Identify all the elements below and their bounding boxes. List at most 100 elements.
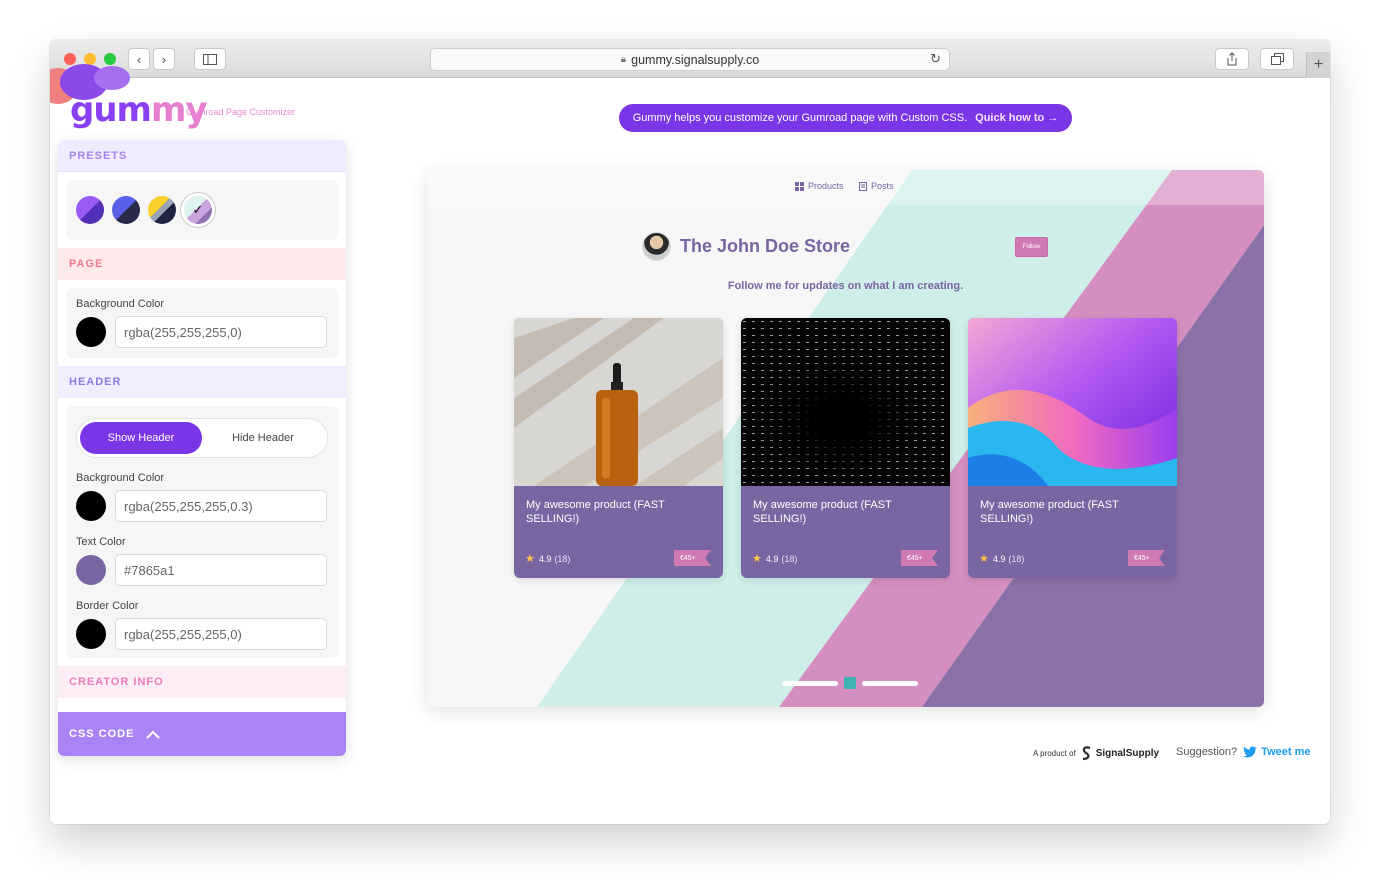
page-bg-label: Background Color	[76, 298, 165, 310]
presets-section-header[interactable]: PRESETS	[58, 140, 346, 172]
product-title: My awesome product (FAST SELLING!)	[980, 499, 1119, 525]
presets-card: ✓	[66, 180, 338, 240]
product-image-dots	[741, 318, 950, 486]
rating-value: 4.9	[992, 553, 1006, 564]
product-rating: ★ 4.9 (18)	[979, 552, 1024, 565]
header-settings-card: Show Header Hide Header Background Color…	[66, 406, 338, 658]
rating-count: (18)	[554, 553, 571, 564]
price-tag: €45+	[901, 550, 938, 566]
rating-value: 4.9	[765, 553, 779, 564]
rating-count: (18)	[1008, 553, 1025, 564]
close-window-button[interactable]	[64, 53, 76, 65]
header-border-label: Border Color	[76, 600, 139, 612]
browser-toolbar: ‹ › 🔒︎ gummy.signalsupply.co ↻ +	[50, 40, 1330, 78]
price-tag: €45+	[674, 550, 711, 566]
quick-how-to-link[interactable]: Quick how to →	[975, 112, 1058, 124]
page-bg-color-picker[interactable]	[76, 317, 106, 347]
suggestion-text: Suggestion?	[1176, 746, 1238, 758]
nav-products[interactable]: Products	[795, 181, 844, 191]
grid-icon	[795, 181, 804, 191]
follow-button[interactable]: Follow	[1015, 237, 1048, 257]
chevron-left-icon: ‹	[136, 51, 142, 67]
star-icon: ★	[752, 553, 762, 565]
show-header-button[interactable]: Show Header	[80, 422, 202, 454]
back-button[interactable]: ‹	[128, 48, 150, 70]
reload-icon[interactable]: ↻	[930, 51, 941, 67]
product-rating: ★ 4.9 (18)	[525, 552, 570, 565]
customizer-panel: PRESETS ✓ PAGE Background Color rgba(255…	[58, 140, 346, 756]
product-card[interactable]: My awesome product (FAST SELLING!) ★ 4.9…	[514, 318, 723, 578]
tabs-overview-button[interactable]	[1260, 48, 1294, 70]
lock-icon: 🔒︎	[620, 54, 627, 65]
signalsupply-brand[interactable]: SignalSupply	[1096, 748, 1159, 759]
header-bg-label: Background Color	[76, 472, 165, 484]
twitter-icon	[1243, 746, 1257, 758]
tweet-me-link[interactable]: Tweet me	[1261, 746, 1310, 758]
header-bg-input[interactable]: rgba(255,255,255,0.3)	[115, 490, 327, 522]
info-banner: Gummy helps you customize your Gumroad p…	[619, 104, 1072, 132]
header-text-label: Text Color	[76, 536, 126, 548]
product-image-gradient	[968, 318, 1177, 486]
product-of-text: A product of	[1033, 749, 1076, 758]
banner-text: Gummy helps you customize your Gumroad p…	[632, 112, 968, 124]
chevron-up-icon	[146, 730, 161, 739]
preset-swatch-indigo[interactable]	[112, 196, 140, 224]
preset-swatch-purple[interactable]	[76, 196, 104, 224]
address-bar[interactable]: 🔒︎ gummy.signalsupply.co ↻	[430, 48, 950, 71]
check-icon: ✓	[192, 202, 204, 217]
header-border-input[interactable]: rgba(255,255,255,0)	[115, 618, 327, 650]
header-text-color-picker[interactable]	[76, 555, 106, 585]
store-name: The John Doe Store	[680, 236, 851, 256]
product-image-bottle	[514, 318, 723, 486]
new-tab-button[interactable]: +	[1306, 52, 1330, 78]
url-text: gummy.signalsupply.co	[631, 52, 760, 67]
maximize-window-button[interactable]	[104, 53, 116, 65]
logo-tagline: Gumroad Page Customizer	[186, 107, 296, 117]
preset-swatch-pastel[interactable]: ✓	[184, 196, 212, 224]
nav-posts[interactable]: Posts	[859, 181, 894, 191]
header-border-color-picker[interactable]	[76, 619, 106, 649]
sidebar-icon	[203, 53, 217, 65]
page-settings-card: Background Color rgba(255,255,255,0)	[66, 288, 338, 358]
pagination-dot[interactable]	[782, 680, 838, 686]
pagination-dot[interactable]	[862, 680, 918, 686]
logo-blob	[94, 66, 130, 90]
nav-posts-label: Posts	[871, 181, 894, 191]
gumroad-page-preview: Products Posts The John Doe Store Follow…	[427, 170, 1264, 707]
header-text-input[interactable]: #7865a1	[115, 554, 327, 586]
page-bg-input[interactable]: rgba(255,255,255,0)	[115, 316, 327, 348]
forward-button[interactable]: ›	[153, 48, 175, 70]
sidebar-toggle-button[interactable]	[194, 48, 226, 70]
product-card[interactable]: My awesome product (FAST SELLING!) ★ 4.9…	[968, 318, 1177, 578]
share-icon	[1227, 52, 1237, 66]
store-title-row: The John Doe Store	[642, 232, 850, 261]
logo-text-a: gum	[70, 90, 152, 130]
product-card[interactable]: My awesome product (FAST SELLING!) ★ 4.9…	[741, 318, 950, 578]
header-section-header[interactable]: HEADER	[58, 366, 346, 398]
tabs-icon	[1270, 53, 1284, 65]
product-title: My awesome product (FAST SELLING!)	[526, 499, 665, 525]
product-rating: ★ 4.9 (18)	[752, 552, 797, 565]
product-title: My awesome product (FAST SELLING!)	[753, 499, 892, 525]
pagination-dot-active[interactable]	[844, 677, 856, 689]
css-code-toggle[interactable]: CSS CODE	[58, 712, 346, 756]
preview-pagination	[782, 677, 918, 689]
star-icon: ★	[525, 553, 535, 565]
share-button[interactable]	[1215, 48, 1249, 70]
browser-window: ‹ › 🔒︎ gummy.signalsupply.co ↻ + gummy G…	[50, 40, 1330, 824]
price-tag: €45+	[1128, 550, 1165, 566]
preset-swatch-yellow[interactable]	[148, 196, 176, 224]
rating-count: (18)	[781, 553, 798, 564]
creator-avatar[interactable]	[642, 232, 671, 261]
preview-header: Products Posts	[427, 170, 1264, 205]
header-visibility-toggle: Show Header Hide Header	[76, 418, 328, 458]
header-bg-color-picker[interactable]	[76, 491, 106, 521]
page-section-header[interactable]: PAGE	[58, 248, 346, 280]
hide-header-button[interactable]: Hide Header	[202, 422, 324, 454]
creator-info-section-header[interactable]: CREATOR INFO	[58, 666, 346, 698]
star-icon: ★	[979, 553, 989, 565]
chevron-right-icon: ›	[161, 51, 167, 67]
signalsupply-logo-icon	[1082, 746, 1091, 761]
footer-product-of: A product of SignalSupply	[1033, 746, 1159, 761]
rating-value: 4.9	[538, 553, 552, 564]
